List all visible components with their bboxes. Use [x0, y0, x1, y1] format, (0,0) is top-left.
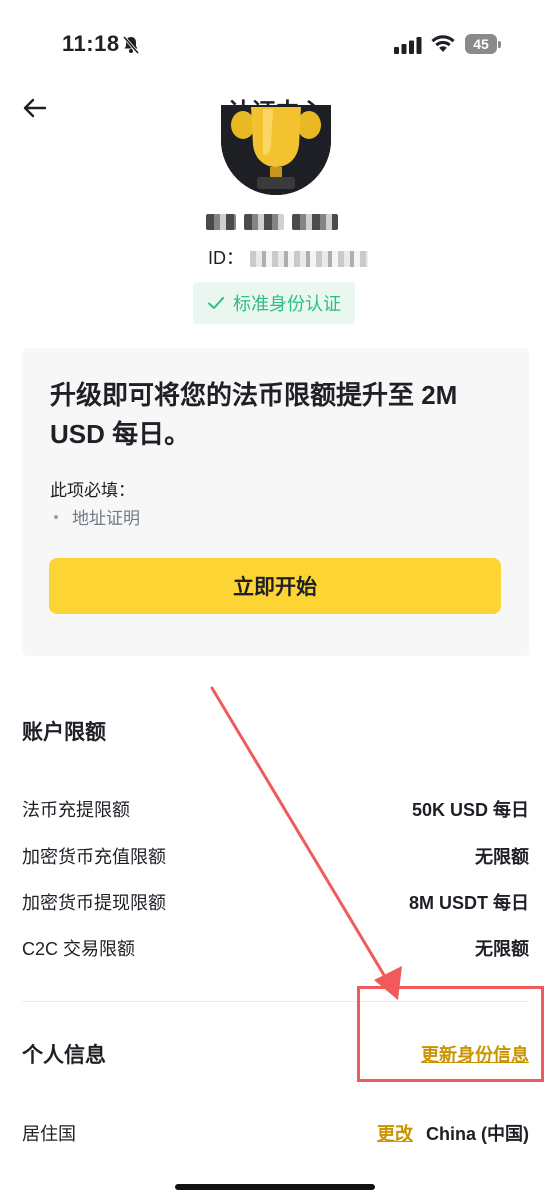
battery-indicator: 45 [465, 34, 501, 54]
limit-row: 加密货币提现限额 8M USDT 每日 [22, 885, 529, 915]
limits-section-title: 账户限额 [22, 721, 106, 744]
battery-cap [498, 41, 501, 48]
wifi-icon [431, 35, 455, 52]
bullet-icon [54, 514, 58, 519]
limit-label: 加密货币提现限额 [22, 893, 166, 913]
battery-level: 45 [465, 34, 497, 54]
status-bar: 11:18 45 [0, 0, 551, 80]
user-id-redacted [250, 251, 368, 268]
required-item-label: 地址证明 [72, 509, 140, 528]
residence-row: 居住国 更改 China (中国) [22, 1116, 529, 1146]
limit-value: 无限额 [475, 847, 529, 867]
limit-row: 加密货币充值限额 无限额 [22, 839, 529, 869]
annotation-highlight-box [357, 986, 544, 1082]
limit-label: C2C 交易限额 [22, 939, 136, 959]
redaction-block [244, 214, 284, 230]
limit-row: 法币充提限额 50K USD 每日 [22, 792, 529, 822]
start-verification-button[interactable]: 立即开始 [49, 558, 501, 614]
username-redacted [196, 206, 356, 236]
user-id-row: ID： [208, 244, 368, 268]
signal-icon [394, 37, 422, 54]
limit-value: 50K USD 每日 [411, 800, 529, 820]
trophy-avatar-icon [221, 105, 331, 195]
home-indicator[interactable] [175, 1184, 375, 1190]
bell-muted-icon [122, 36, 140, 54]
residence-label: 居住国 [22, 1124, 76, 1144]
upgrade-card: 升级即可将您的法币限额提升至 2M USD 每日。 此项必填： 地址证明 立即开… [22, 348, 529, 656]
limit-row: C2C 交易限额 无限额 [22, 931, 529, 961]
change-residence-link[interactable]: 更改 [377, 1120, 413, 1146]
user-id-label: ID： [208, 248, 244, 268]
redaction-block [292, 214, 338, 230]
residence-value: China (中国) [426, 1124, 529, 1144]
required-item: 地址证明 [54, 504, 140, 529]
limit-label: 法币充提限额 [22, 800, 130, 820]
limit-value: 8M USDT 每日 [408, 893, 529, 913]
required-label: 此项必填： [50, 481, 135, 500]
upgrade-title: 升级即可将您的法币限额提升至 2M USD 每日。 [50, 380, 458, 449]
avatar [221, 105, 331, 195]
limit-label: 加密货币充值限额 [22, 847, 166, 867]
status-time: 11:18 [62, 31, 120, 56]
kyc-status-badge: 标准身份认证 [193, 282, 355, 324]
kyc-status-text: 标准身份认证 [233, 294, 341, 314]
check-icon [208, 297, 224, 309]
redaction-block [206, 214, 236, 230]
limit-value: 无限额 [475, 939, 529, 959]
